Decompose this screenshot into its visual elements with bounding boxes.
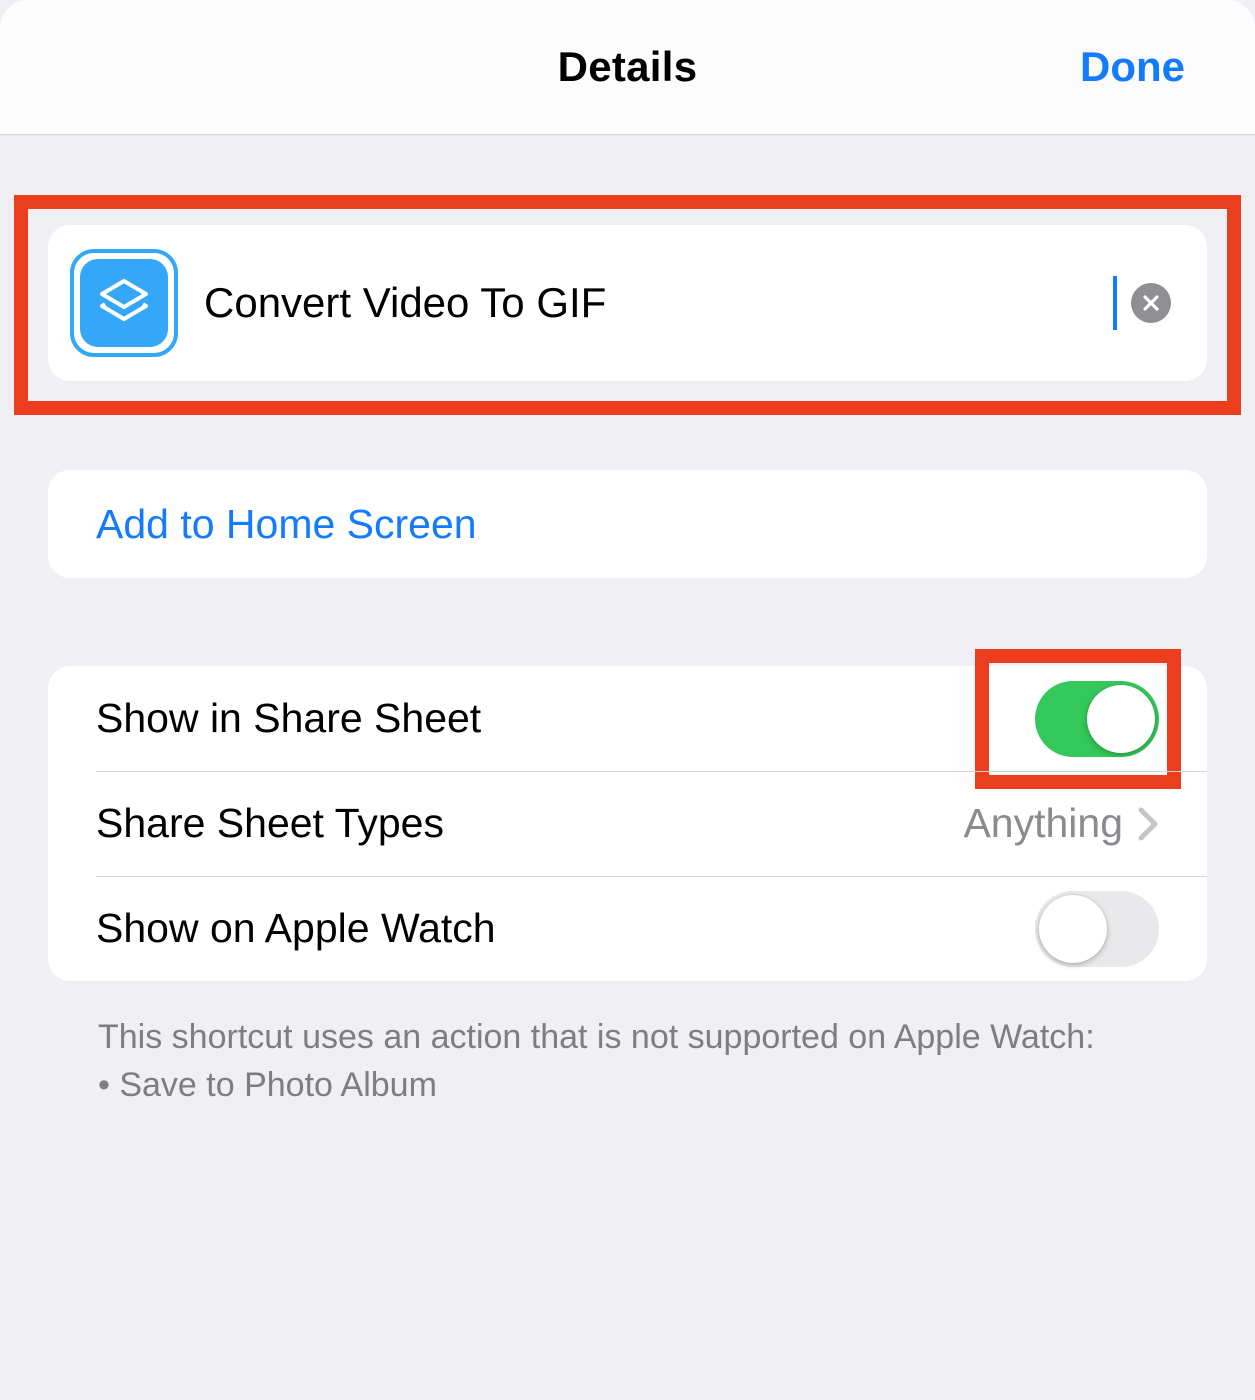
done-button[interactable]: Done <box>1080 0 1185 134</box>
footnote: This shortcut uses an action that is not… <box>48 1013 1207 1109</box>
name-card-highlight <box>14 195 1241 415</box>
clear-text-button[interactable] <box>1131 283 1171 323</box>
row-label: Show in Share Sheet <box>96 695 1035 742</box>
apple-watch-toggle[interactable] <box>1035 891 1159 967</box>
add-to-home-screen-label: Add to Home Screen <box>96 501 477 548</box>
chevron-right-icon <box>1137 806 1159 842</box>
row-value: Anything <box>963 800 1123 847</box>
page-title: Details <box>558 43 698 91</box>
show-on-apple-watch-row: Show on Apple Watch <box>48 876 1207 981</box>
add-to-home-screen-row[interactable]: Add to Home Screen <box>48 470 1207 578</box>
show-in-share-sheet-row: Show in Share Sheet <box>48 666 1207 771</box>
shortcut-name-input[interactable] <box>204 279 1115 327</box>
content-area: Add to Home Screen Show in Share Sheet S… <box>0 195 1255 1169</box>
shortcut-name-card <box>48 225 1207 381</box>
footnote-bullet: • Save to Photo Album <box>98 1061 1157 1109</box>
settings-group: Show in Share Sheet Share Sheet Types An… <box>48 666 1207 981</box>
shortcuts-glyph-bg <box>80 259 168 347</box>
toggle-knob-icon <box>1039 895 1107 963</box>
text-caret <box>1113 276 1117 330</box>
close-icon <box>1141 293 1161 313</box>
footnote-line: This shortcut uses an action that is not… <box>98 1013 1157 1061</box>
share-sheet-toggle[interactable] <box>1035 681 1159 757</box>
share-sheet-types-row[interactable]: Share Sheet Types Anything <box>48 771 1207 876</box>
toggle-knob-icon <box>1087 685 1155 753</box>
row-label: Show on Apple Watch <box>96 905 1035 952</box>
row-label: Share Sheet Types <box>96 800 963 847</box>
layers-icon <box>96 275 152 331</box>
modal-header: Details Done <box>0 0 1255 135</box>
shortcuts-app-icon[interactable] <box>70 249 178 357</box>
